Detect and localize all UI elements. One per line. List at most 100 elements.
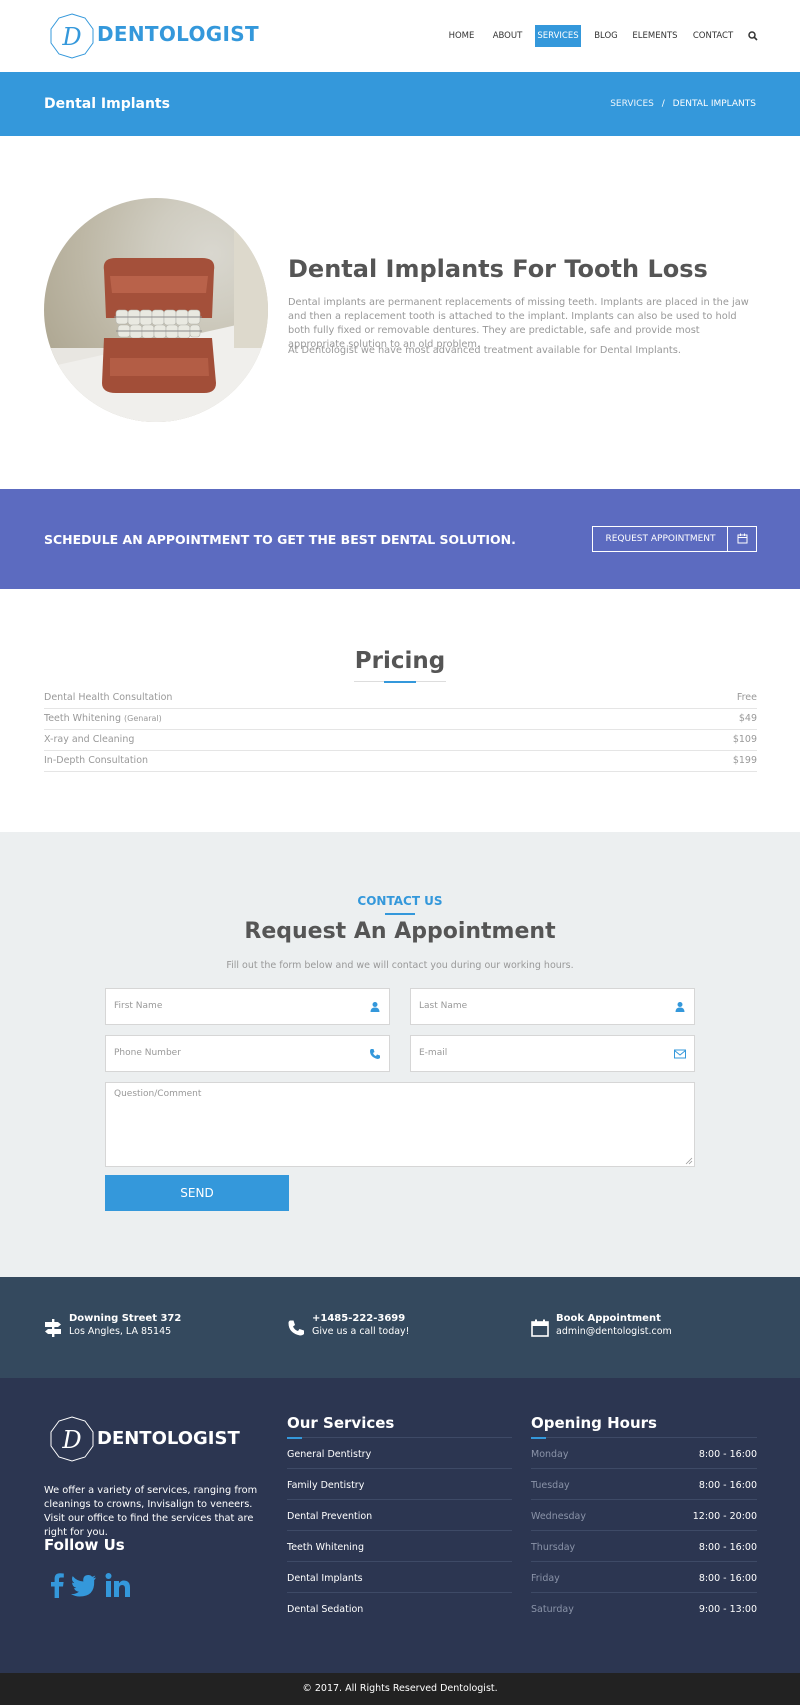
linkedin-icon[interactable] <box>105 1572 131 1598</box>
intro-title: Dental Implants For Tooth Loss <box>288 255 708 283</box>
pricing-accent-line <box>384 681 416 683</box>
price-item-name: Teeth Whitening <box>44 713 121 724</box>
phone-number[interactable]: +1485-222-3699 <box>312 1313 405 1324</box>
teeth-model-illustration <box>44 198 268 422</box>
nav-home[interactable]: HOME <box>443 25 480 47</box>
nav-about[interactable]: ABOUT <box>489 25 526 47</box>
footer-service-link[interactable]: Family Dentistry <box>287 1469 512 1500</box>
hours-day: Friday <box>531 1573 560 1584</box>
follow-us-heading: Follow Us <box>44 1536 125 1554</box>
svg-text:D: D <box>61 23 81 51</box>
price-row: Dental Health Consultation Free <box>44 688 757 709</box>
footer-brand-name[interactable]: DENTOLOGIST <box>97 1428 240 1449</box>
hours-time: 8:00 - 16:00 <box>698 1480 757 1491</box>
page-title: Dental Implants <box>44 96 170 112</box>
site-header: D DENTOLOGIST HOME ABOUT SERVICES BLOG E… <box>0 0 800 72</box>
contact-kicker: CONTACT US <box>357 894 443 908</box>
price-item-name: Dental Health Consultation <box>44 692 173 703</box>
last-name-placeholder: Last Name <box>419 1001 468 1011</box>
intro-paragraph-2: At Dentologist we have most advanced tre… <box>288 345 681 356</box>
first-name-placeholder: First Name <box>114 1001 163 1011</box>
send-button[interactable]: SEND <box>105 1175 289 1211</box>
price-row: Teeth Whitening (Genaral) $49 <box>44 709 757 730</box>
service-link-label: Dental Prevention <box>287 1511 373 1522</box>
contact-accent-line <box>385 913 415 915</box>
logo-icon[interactable]: D <box>47 12 97 60</box>
brand-name[interactable]: DENTOLOGIST <box>97 22 259 46</box>
price-item-value: $109 <box>732 734 757 745</box>
footer-about-text: We offer a variety of services, ranging … <box>44 1485 258 1538</box>
schedule-banner: SCHEDULE AN APPOINTMENT TO GET THE BEST … <box>0 489 800 589</box>
last-name-field[interactable]: Last Name <box>410 988 695 1025</box>
svg-text:D: D <box>61 1426 81 1454</box>
breadcrumb-link-services[interactable]: SERVICES <box>610 99 654 109</box>
price-item-name: X-ray and Cleaning <box>44 734 135 745</box>
booking-email[interactable]: admin@dentologist.com <box>556 1326 672 1337</box>
hours-time: 8:00 - 16:00 <box>698 1449 757 1460</box>
nav-elements[interactable]: ELEMENTS <box>630 25 680 47</box>
book-appointment-title: Book Appointment <box>556 1313 661 1324</box>
appointment-title: Request An Appointment <box>244 919 556 944</box>
user-icon <box>675 1002 685 1012</box>
hours-row: Saturday 9:00 - 13:00 <box>531 1593 757 1624</box>
price-row: In-Depth Consultation $199 <box>44 751 757 772</box>
first-name-field[interactable]: First Name <box>105 988 390 1025</box>
footer-service-link[interactable]: Dental Prevention <box>287 1500 512 1531</box>
price-item-name: In-Depth Consultation <box>44 755 149 766</box>
phone-placeholder: Phone Number <box>114 1048 181 1058</box>
hours-row: Thursday 8:00 - 16:00 <box>531 1531 757 1562</box>
copyright-text: © 2017. All Rights Reserved Dentologist. <box>0 1673 800 1705</box>
contact-info-band: Downing Street 372 Los Angles, LA 85145 … <box>0 1277 800 1378</box>
service-link-label: Teeth Whitening <box>287 1542 364 1553</box>
request-appointment-label: REQUEST APPOINTMENT <box>605 534 716 544</box>
price-item-value: $49 <box>738 713 757 724</box>
hours-row: Tuesday 8:00 - 16:00 <box>531 1469 757 1500</box>
search-icon[interactable] <box>748 31 758 41</box>
resize-handle-icon[interactable] <box>685 1157 693 1165</box>
price-item-value: Free <box>736 692 757 703</box>
hours-row: Wednesday 12:00 - 20:00 <box>531 1500 757 1531</box>
address-line-1: Downing Street 372 <box>69 1313 182 1324</box>
price-row: X-ray and Cleaning $109 <box>44 730 757 751</box>
breadcrumb-current: DENTAL IMPLANTS <box>672 99 756 109</box>
page-title-bar: Dental Implants SERVICES / DENTAL IMPLAN… <box>0 72 800 136</box>
calendar-icon-box <box>727 527 756 551</box>
pricing-title: Pricing <box>354 648 446 674</box>
facebook-icon[interactable] <box>44 1572 70 1598</box>
hours-day: Wednesday <box>531 1511 587 1522</box>
calendar-icon <box>737 533 748 544</box>
nav-blog[interactable]: BLOG <box>591 25 621 47</box>
phone-icon <box>370 1049 380 1059</box>
breadcrumb-separator: / <box>661 99 665 109</box>
hours-row: Friday 8:00 - 16:00 <box>531 1562 757 1593</box>
email-field[interactable]: E-mail <box>410 1035 695 1072</box>
calendar-icon <box>531 1319 549 1337</box>
hours-time: 8:00 - 16:00 <box>698 1573 757 1584</box>
appointment-description: Fill out the form below and we will cont… <box>226 960 574 971</box>
price-item-note: (Genaral) <box>124 714 162 723</box>
footer-service-link[interactable]: Dental Sedation <box>287 1593 512 1624</box>
envelope-icon <box>674 1049 686 1059</box>
footer-service-link[interactable]: General Dentistry <box>287 1438 512 1469</box>
user-icon <box>370 1002 380 1012</box>
comment-textarea[interactable]: Question/Comment <box>105 1082 695 1167</box>
footer-service-link[interactable]: Dental Implants <box>287 1562 512 1593</box>
footer-service-link[interactable]: Teeth Whitening <box>287 1531 512 1562</box>
appointment-section: CONTACT US Request An Appointment Fill o… <box>0 832 800 1277</box>
address-line-2: Los Angles, LA 85145 <box>69 1326 172 1337</box>
price-item-label: Teeth Whitening (Genaral) <box>44 713 162 724</box>
email-placeholder: E-mail <box>419 1048 448 1058</box>
nav-services[interactable]: SERVICES <box>535 25 581 47</box>
twitter-icon[interactable] <box>70 1572 98 1598</box>
schedule-text: SCHEDULE AN APPOINTMENT TO GET THE BEST … <box>44 532 516 547</box>
signpost-icon <box>45 1319 61 1337</box>
phone-field[interactable]: Phone Number <box>105 1035 390 1072</box>
comment-placeholder: Question/Comment <box>114 1089 202 1099</box>
nav-contact[interactable]: CONTACT <box>690 25 736 47</box>
phone-caption: Give us a call today! <box>312 1326 410 1337</box>
footer-logo-icon[interactable]: D <box>47 1415 97 1463</box>
hours-time: 9:00 - 13:00 <box>698 1604 757 1615</box>
request-appointment-button[interactable]: REQUEST APPOINTMENT <box>592 526 757 552</box>
hours-day: Saturday <box>531 1604 574 1615</box>
phone-icon <box>288 1320 304 1336</box>
